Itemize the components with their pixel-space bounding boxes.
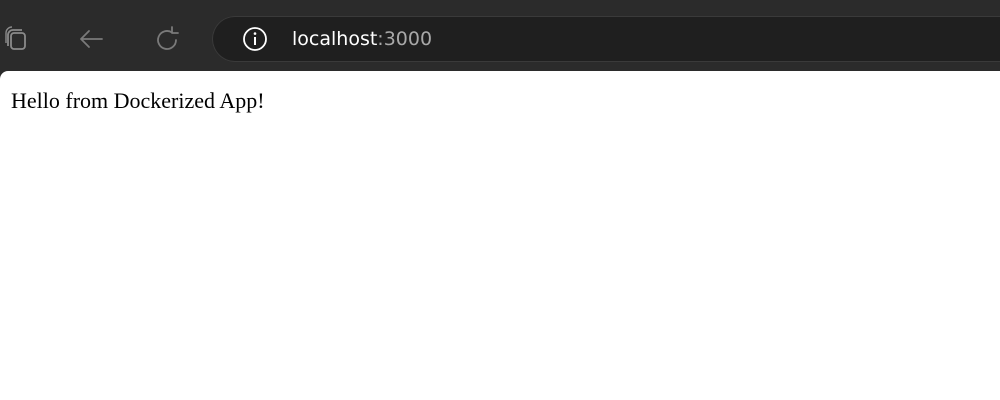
refresh-icon <box>157 26 179 50</box>
page-body-text: Hello from Dockerized App! <box>11 88 265 113</box>
back-arrow-icon <box>80 30 103 48</box>
browser-toolbar: localhost:3000 <box>0 0 1000 80</box>
address-bar[interactable]: localhost:3000 <box>212 16 1000 62</box>
tab-collection-icon <box>5 26 26 50</box>
url-host: localhost <box>292 28 378 50</box>
page-viewport: Hello from Dockerized App! <box>0 71 1000 400</box>
tab-collection-button[interactable] <box>0 22 34 56</box>
info-icon[interactable] <box>242 26 268 52</box>
url-port: :3000 <box>377 28 433 50</box>
back-button[interactable] <box>74 22 108 56</box>
url-text[interactable]: localhost:3000 <box>292 26 432 52</box>
refresh-button[interactable] <box>150 22 184 56</box>
